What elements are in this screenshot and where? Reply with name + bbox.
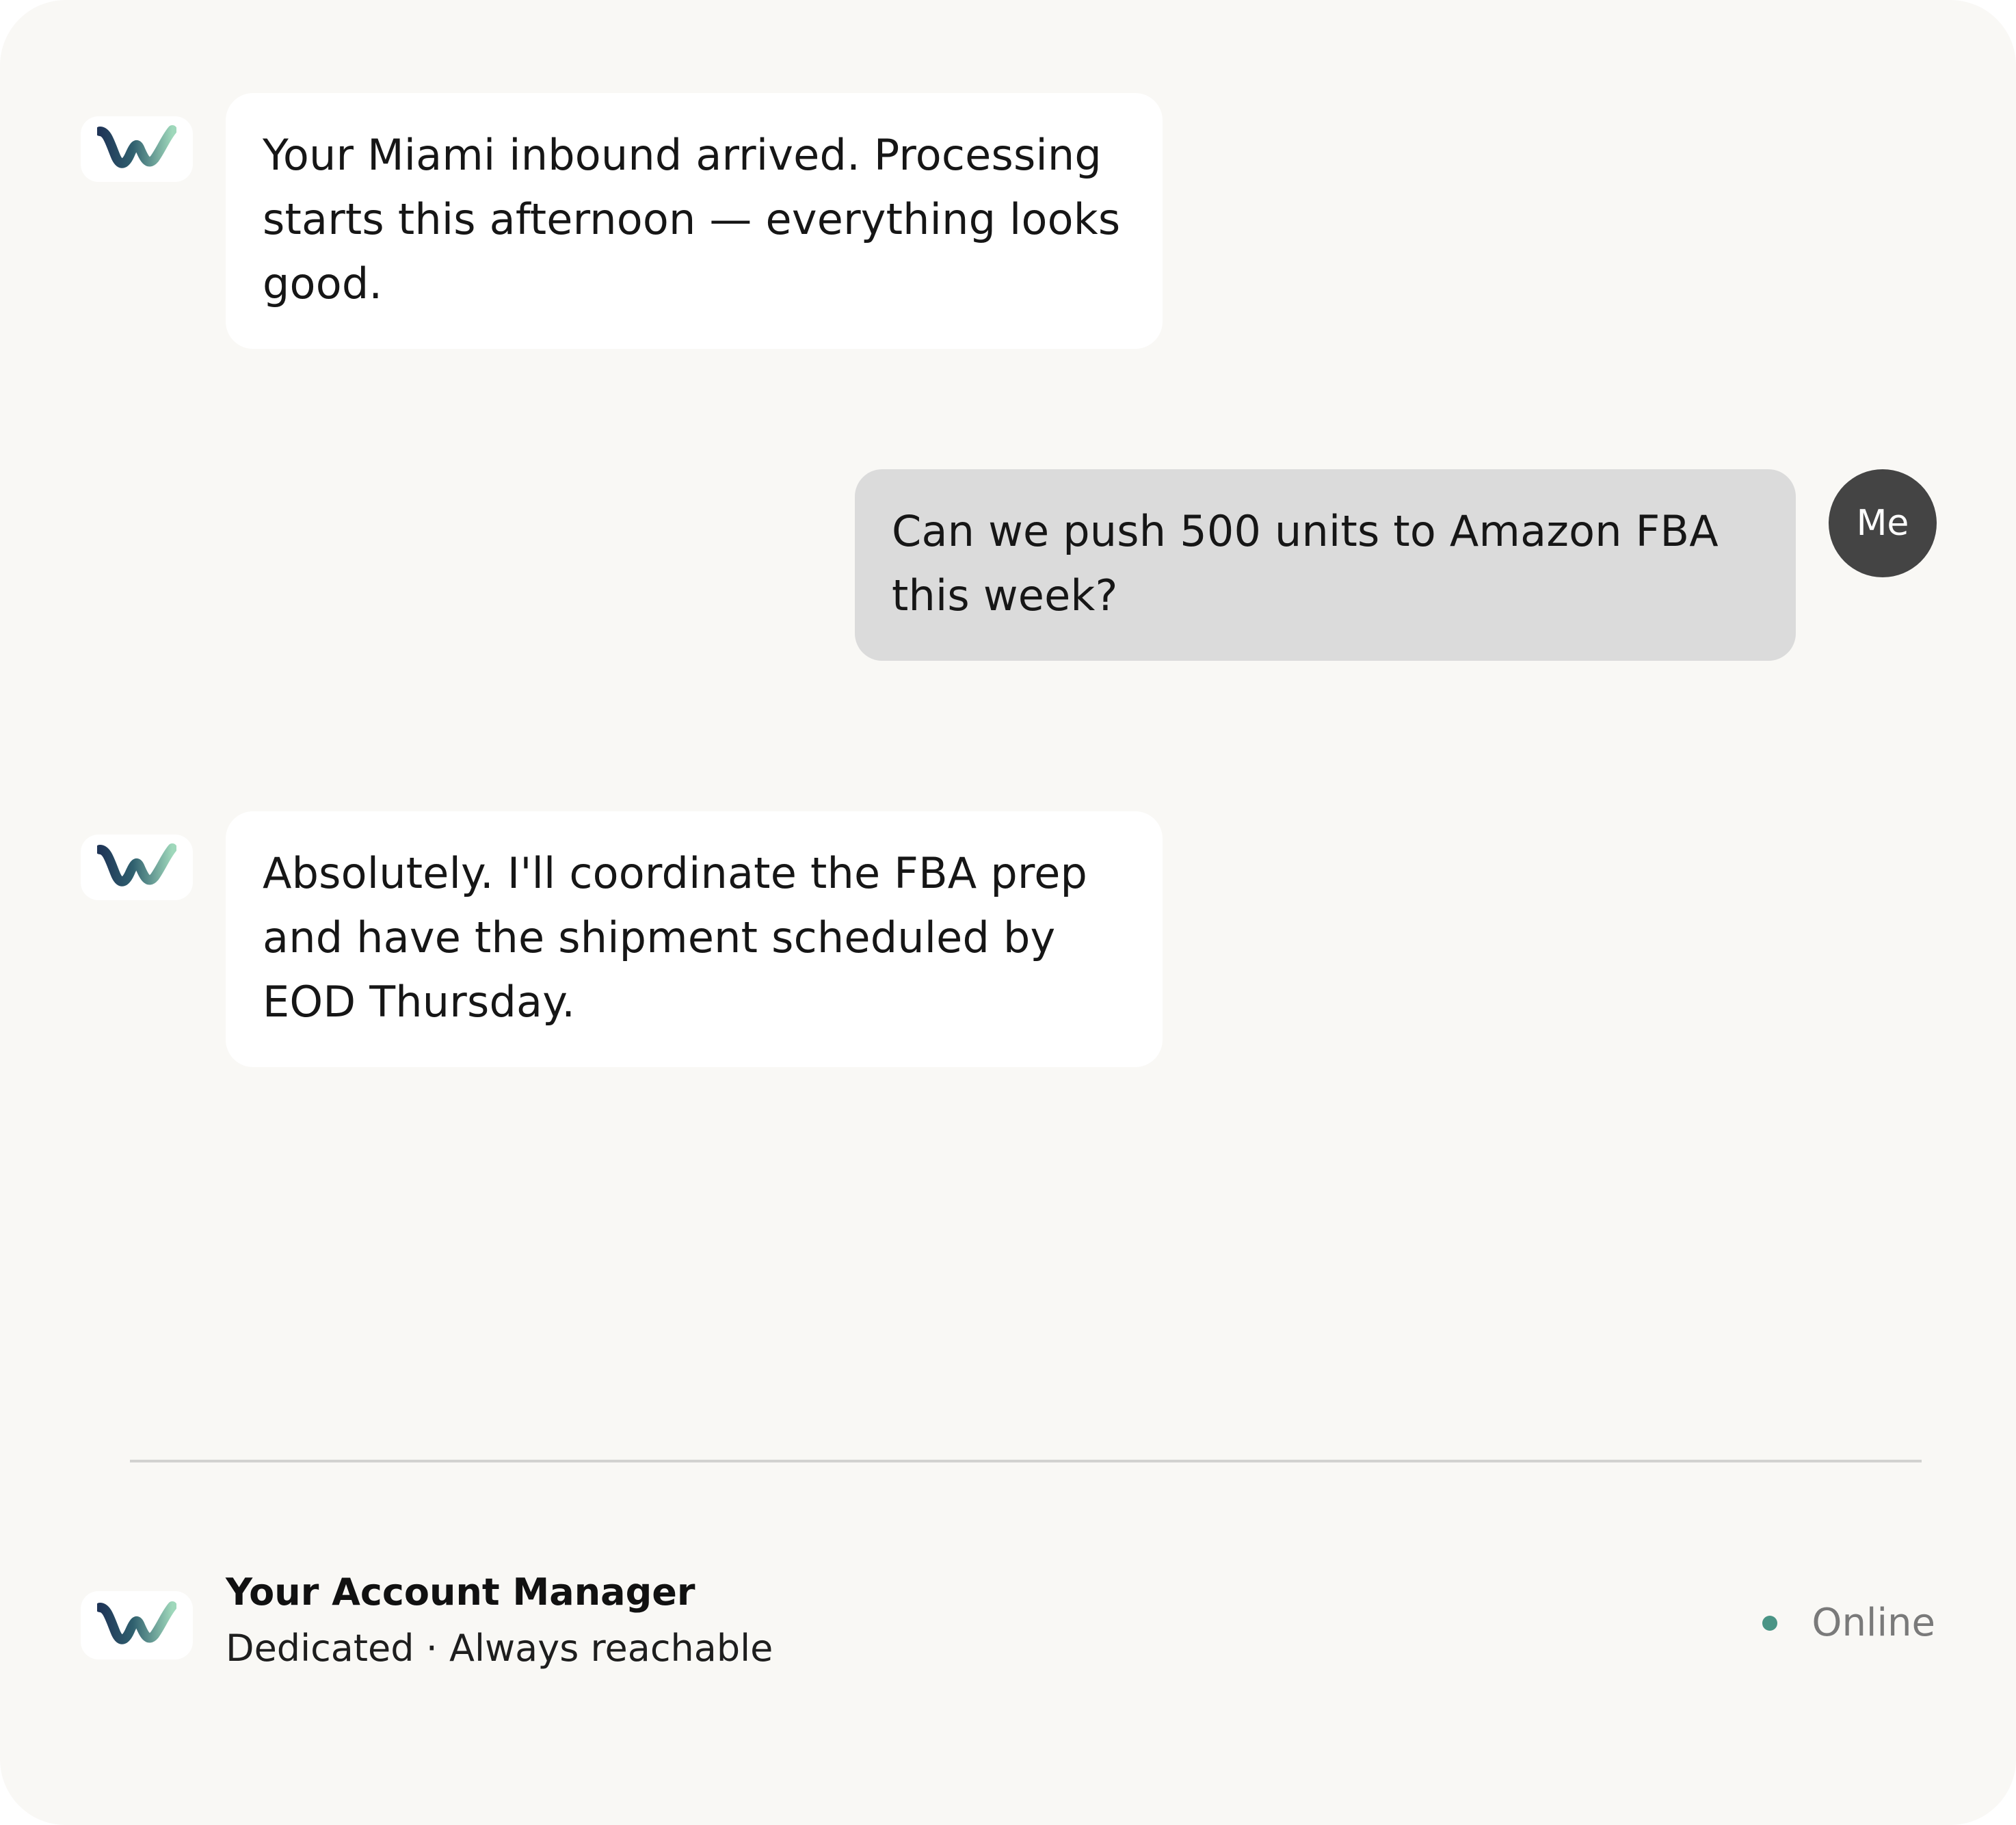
status-label: Online (1812, 1601, 1935, 1645)
brand-logo-icon (97, 843, 176, 887)
user-avatar: Me (1829, 469, 1937, 577)
message-text: Can we push 500 units to Amazon FBA this… (892, 506, 1719, 620)
message-text: Absolutely. I'll coordinate the FBA prep… (263, 848, 1088, 1027)
message-text: Your Miami inbound arrived. Processing s… (263, 130, 1121, 308)
brand-logo-icon (97, 125, 176, 168)
message-bubble-user: Can we push 500 units to Amazon FBA this… (855, 469, 1796, 661)
message-bubble-agent: Your Miami inbound arrived. Processing s… (226, 93, 1163, 349)
account-manager-subtitle: Dedicated · Always reachable (226, 1627, 773, 1670)
status-indicator: Online (1762, 1601, 1935, 1645)
account-manager-title: Your Account Manager (226, 1571, 695, 1614)
status-dot-icon (1762, 1615, 1778, 1631)
brand-logo-icon (97, 1601, 176, 1644)
agent-avatar (81, 116, 193, 182)
account-manager-avatar (81, 1591, 193, 1659)
chat-card: Your Miami inbound arrived. Processing s… (0, 0, 2016, 1825)
agent-avatar (81, 835, 193, 900)
user-avatar-label: Me (1856, 503, 1909, 544)
message-bubble-agent: Absolutely. I'll coordinate the FBA prep… (226, 811, 1163, 1067)
divider (130, 1460, 1922, 1462)
